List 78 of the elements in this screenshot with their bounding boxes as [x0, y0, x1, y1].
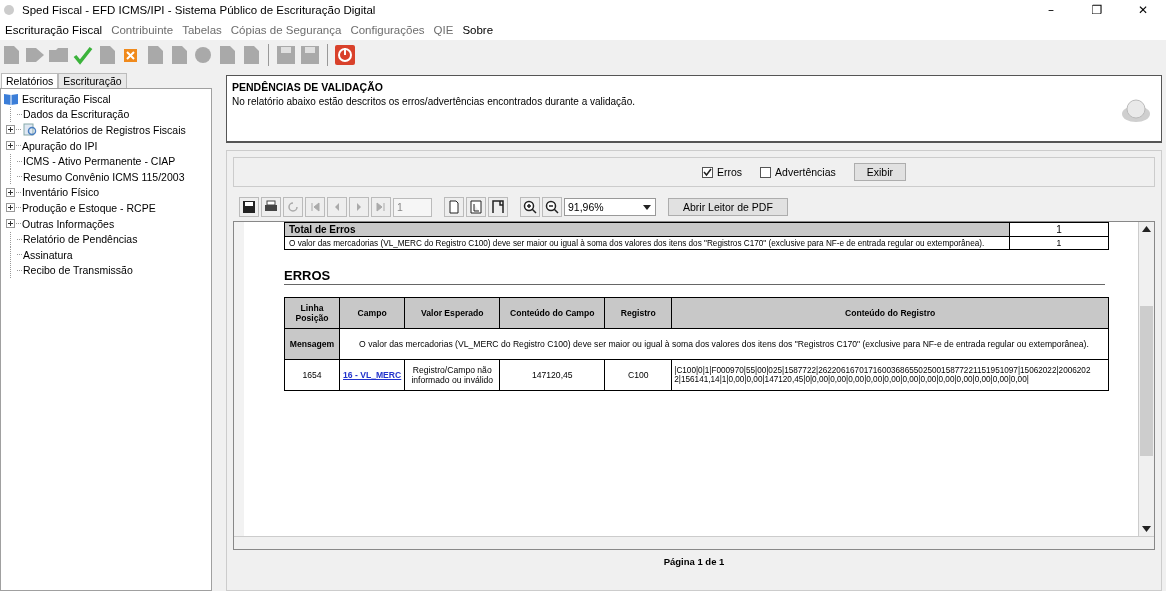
- panel-description: No relatório abaixo estão descritos os erros/advertências encontrados durante a validação.: [232, 96, 635, 107]
- last-page-icon[interactable]: [371, 197, 391, 217]
- scrollbar[interactable]: [1138, 222, 1154, 536]
- open-pdf-button[interactable]: Abrir Leitor de PDF: [668, 198, 788, 216]
- window-control[interactable]: –: [1028, 0, 1074, 20]
- column-header: Campo: [339, 297, 405, 329]
- section-title: ERROS: [284, 268, 1105, 285]
- window-control[interactable]: ✕: [1120, 0, 1166, 20]
- tree-item[interactable]: Apuração do IPI: [22, 139, 98, 152]
- checkbox-label: Advertências: [775, 166, 836, 178]
- book-icon: [3, 92, 19, 106]
- save-icon[interactable]: [239, 197, 259, 217]
- tree-item[interactable]: Relatório de Pendências: [23, 233, 138, 246]
- app-icon: [4, 5, 14, 15]
- column-header: Linha Posição: [284, 297, 340, 329]
- tree-item[interactable]: Relatórios de Registros Fiscais: [41, 124, 186, 136]
- globe-icon[interactable]: [192, 45, 214, 65]
- tree-item[interactable]: Resumo Convênio ICMS 115/2003: [23, 170, 185, 183]
- page-indicator: Página 1 de 1: [662, 555, 726, 569]
- table-cell: O valor das mercadorias (VL_MERC do Registro C100) deve ser maior ou igual à soma dos valores dos itens dos "Registros C170" (exclusive para NF-e de entrada regular ou extemporânea).: [284, 236, 1010, 250]
- column-header: Conteúdo do Registro: [671, 297, 1109, 329]
- zoom-in-icon[interactable]: [520, 197, 540, 217]
- window-control[interactable]: ❐: [1074, 0, 1120, 20]
- tree-item[interactable]: Outras Informações: [22, 217, 115, 230]
- magnifier-icon: [22, 123, 38, 137]
- disc-icon: [1121, 98, 1151, 124]
- tree-item[interactable]: ICMS - Ativo Permanente - CIAP: [23, 155, 176, 168]
- first-page-icon[interactable]: [305, 197, 325, 217]
- show-button[interactable]: Exibir: [853, 163, 907, 181]
- expand-icon[interactable]: [6, 125, 15, 135]
- table-cell: 1: [1009, 236, 1109, 250]
- scroll-up-icon[interactable]: [1142, 226, 1151, 232]
- tree-item[interactable]: Recibo de Transmissão: [23, 264, 133, 277]
- tree-item[interactable]: Produção e Estoque - RCPE: [22, 201, 156, 214]
- next-page-icon[interactable]: [349, 197, 369, 217]
- table-cell: C100: [604, 359, 672, 391]
- expand-icon[interactable]: [6, 187, 15, 197]
- zoom-out-icon[interactable]: [542, 197, 562, 217]
- table-cell: Registro/Campo não informado ou inválido: [404, 359, 500, 391]
- power-icon[interactable]: [334, 45, 356, 65]
- zoom-dropdown[interactable]: 91,96%: [564, 198, 656, 216]
- table-cell: 147120,45: [499, 359, 605, 391]
- sidebar-tab[interactable]: Escrituração: [58, 73, 127, 88]
- checkbox[interactable]: [760, 166, 772, 178]
- panel-title: PENDÊNCIAS DE VALIDAÇÃO: [232, 81, 384, 93]
- tree-item[interactable]: Escrituração Fiscal: [22, 92, 111, 105]
- folder-icon[interactable]: [48, 45, 70, 65]
- page-field[interactable]: 1: [393, 197, 432, 217]
- checkmark-icon[interactable]: [72, 45, 94, 65]
- expand-icon[interactable]: [6, 203, 15, 213]
- tree-item[interactable]: Assinatura: [23, 248, 73, 261]
- tree-item[interactable]: Dados da Escrituração: [23, 108, 130, 121]
- row-header: Mensagem: [284, 328, 340, 360]
- table-cell: 1654: [284, 359, 340, 391]
- column-header: Conteúdo do Campo: [499, 297, 605, 329]
- scroll-down-icon[interactable]: [1142, 526, 1151, 532]
- menu-item[interactable]: Sobre: [462, 24, 494, 36]
- fit-page-icon[interactable]: [466, 197, 486, 217]
- fit-width-icon[interactable]: [488, 197, 508, 217]
- menu-item[interactable]: Escrituração Fiscal: [5, 24, 103, 36]
- table-heading: Total de Erros: [284, 222, 1010, 237]
- table-cell: O valor das mercadorias (VL_MERC do Registro C100) deve ser maior ou igual à soma dos valores dos itens dos "Registros C170" (exclusive para NF-e de entrada regular ou extemporânea).: [339, 328, 1109, 360]
- printer-icon[interactable]: [261, 197, 281, 217]
- column-header: Valor Esperado: [404, 297, 500, 329]
- window-title: Sped Fiscal - EFD ICMS/IPI - Sistema Público de Escrituração Digital: [22, 4, 377, 16]
- table-cell: |C100|0|1|F000970|55|00|025|1587722|26220616701716003686550250015877221151951097|15062022|2006202 2|156141,14|1|0,00|0,00|147120,45|0|0,00|0,00|0,00|0,00|0,00|0,00|0,00|0,00|0,00|0,00|0,00|0,00|: [671, 359, 1109, 391]
- expand-icon[interactable]: [6, 219, 15, 229]
- sidebar-tab[interactable]: Relatórios: [1, 73, 59, 88]
- tree-item[interactable]: Inventário Físico: [22, 186, 100, 199]
- checkbox[interactable]: [701, 166, 713, 178]
- single-page-icon[interactable]: [444, 197, 464, 217]
- previous-page-icon[interactable]: [327, 197, 347, 217]
- arrow-icon[interactable]: [24, 45, 46, 65]
- expand-icon[interactable]: [6, 141, 15, 151]
- column-header: Registro: [604, 297, 672, 329]
- checkbox-label: Erros: [716, 166, 743, 178]
- caret-icon[interactable]: [643, 204, 651, 210]
- table-cell: 1: [1009, 222, 1109, 237]
